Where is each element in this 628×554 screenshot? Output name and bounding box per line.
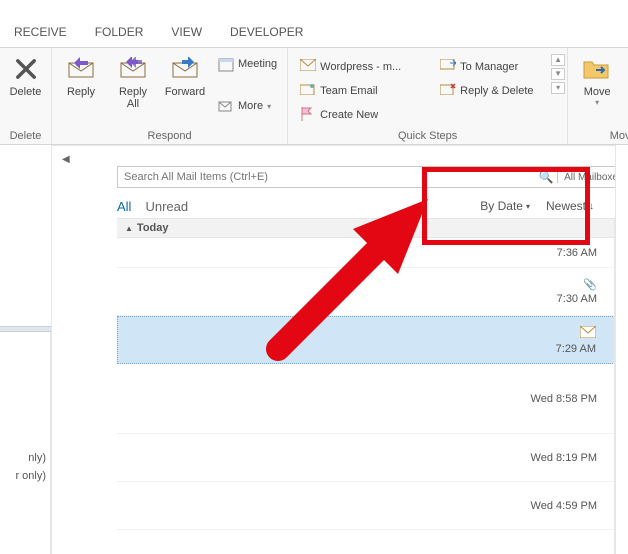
- tab-folder[interactable]: FOLDER: [81, 17, 158, 47]
- more-icon: [218, 98, 234, 114]
- reply-button[interactable]: Reply: [58, 50, 104, 98]
- reply-icon: [66, 54, 96, 84]
- tab-developer[interactable]: DEVELOPER: [216, 17, 317, 47]
- meeting-button[interactable]: Meeting: [214, 54, 281, 74]
- flag-icon: [300, 107, 316, 123]
- move-button[interactable]: Move ▾: [574, 50, 620, 107]
- tab-receive[interactable]: RECEIVE: [0, 17, 81, 47]
- list-item[interactable]: Wed 4:59 PM: [117, 482, 621, 530]
- team-envelope-icon: [300, 83, 316, 99]
- chevron-down-icon: ▾: [526, 202, 530, 211]
- search-icon[interactable]: 🔍: [535, 170, 557, 184]
- filter-all[interactable]: All: [117, 199, 131, 214]
- more-button[interactable]: More ▾: [214, 96, 281, 116]
- list-item[interactable]: Wed 8:19 PM: [117, 434, 621, 482]
- reply-delete-icon: [440, 83, 456, 99]
- group-quick-steps: Wordpress - m... To Manager Team Email R…: [288, 48, 568, 144]
- group-respond: Reply Reply All Forward Meetin: [52, 48, 288, 144]
- reply-all-icon: [118, 54, 148, 84]
- ribbon-bar: Delete Delete Reply Reply All: [0, 47, 628, 145]
- qs-scroll-down[interactable]: ▼: [551, 68, 565, 80]
- nav-pane-fragment: nly) r only): [0, 330, 51, 554]
- search-input[interactable]: [118, 171, 535, 183]
- qs-scroll-up[interactable]: ▲: [551, 54, 565, 66]
- caret-down-icon: ▲: [125, 224, 133, 233]
- list-item[interactable]: 📎 7:30 AM: [117, 268, 621, 316]
- reply-all-button[interactable]: Reply All: [110, 50, 156, 110]
- sort-by-date[interactable]: By Date ▾: [480, 199, 530, 213]
- attachment-icon: 📎: [583, 278, 597, 291]
- collapse-toggle[interactable]: ◀: [62, 154, 70, 165]
- group-header-today[interactable]: ▲ Today: [117, 218, 621, 238]
- envelope-icon: [580, 326, 596, 341]
- list-item[interactable]: 7:36 AM: [117, 238, 621, 268]
- message-list: 7:36 AM 📎 7:30 AM 7:29 AM Wed 8:58 PM We…: [117, 238, 621, 554]
- envelope-icon: [300, 59, 316, 75]
- qs-team-email[interactable]: Team Email: [300, 80, 430, 102]
- tab-view[interactable]: VIEW: [157, 17, 216, 47]
- forward-envelope-icon: [440, 59, 456, 75]
- list-item[interactable]: 7:29 AM: [117, 316, 621, 364]
- delete-x-icon: [11, 54, 41, 84]
- sort-newest[interactable]: Newest ↓: [546, 199, 594, 213]
- filter-unread[interactable]: Unread: [145, 199, 188, 214]
- qs-create-new[interactable]: Create New: [300, 104, 430, 126]
- folder-move-icon: [582, 54, 612, 84]
- forward-button[interactable]: Forward: [162, 50, 208, 98]
- qs-expand[interactable]: ▾: [551, 82, 565, 94]
- ribbon-tabs: RECEIVE FOLDER VIEW DEVELOPER: [0, 0, 628, 47]
- calendar-icon: [218, 56, 234, 72]
- search-box: 🔍 All Mailboxes ▾: [117, 166, 628, 188]
- list-item[interactable]: Wed 8:58 PM: [117, 364, 621, 434]
- mail-filters: All Unread By Date ▾ Newest ↓: [117, 194, 614, 218]
- forward-icon: [170, 54, 200, 84]
- group-delete: Delete Delete: [0, 48, 52, 144]
- reading-pane-edge: [615, 145, 628, 554]
- mail-pane: ◀ 🔍 All Mailboxes ▾ All Unread By Date ▾…: [51, 145, 628, 554]
- arrow-down-icon: ↓: [589, 201, 594, 212]
- qs-wordpress[interactable]: Wordpress - m...: [300, 56, 430, 78]
- delete-button[interactable]: Delete: [6, 50, 45, 98]
- chevron-down-icon: ▾: [595, 98, 599, 107]
- chevron-down-icon: ▾: [267, 102, 271, 111]
